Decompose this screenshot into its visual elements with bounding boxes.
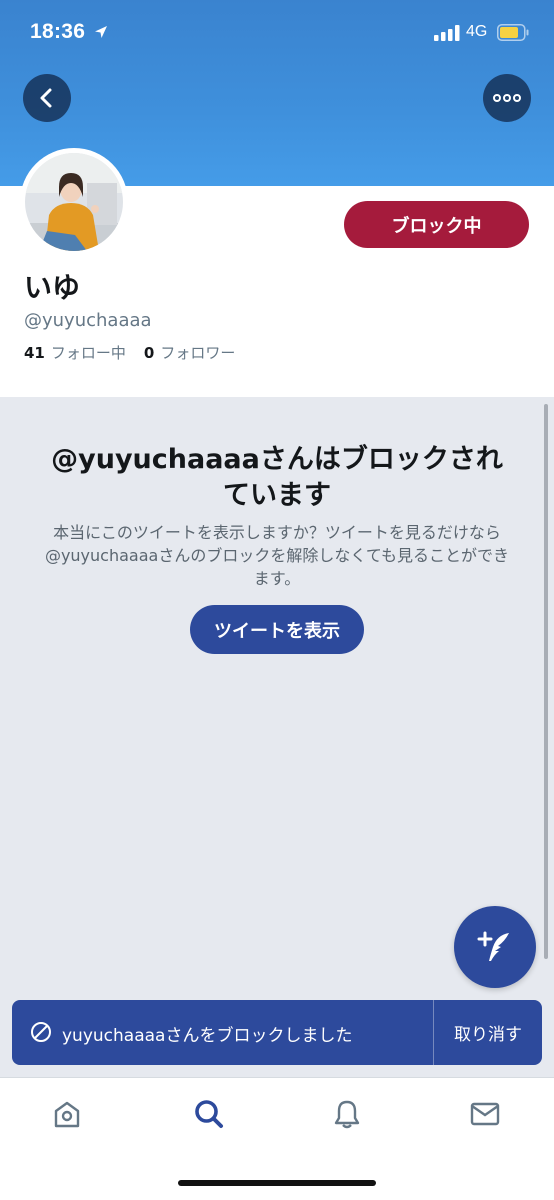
user-handle: @yuyuchaaaa bbox=[24, 310, 152, 331]
home-icon bbox=[54, 1101, 80, 1128]
toast-message: yuyuchaaaaさんをブロックしました bbox=[62, 1026, 353, 1046]
toast-notification: yuyuchaaaaさんをブロックしました 取り消す bbox=[12, 1000, 542, 1065]
tab-home[interactable] bbox=[47, 1094, 87, 1134]
more-options-button[interactable] bbox=[483, 74, 531, 122]
scrollbar[interactable] bbox=[544, 404, 548, 959]
status-time: 18:36 bbox=[30, 20, 86, 43]
followers-count: 0 bbox=[143, 344, 155, 362]
show-tweets-button[interactable]: ツイートを表示 bbox=[190, 605, 364, 654]
signal-icon bbox=[434, 25, 460, 41]
tab-messages[interactable] bbox=[465, 1094, 505, 1134]
tab-search[interactable] bbox=[189, 1094, 229, 1134]
following-count: 41 bbox=[24, 344, 45, 362]
followers-label: フォロワー bbox=[160, 344, 236, 362]
battery-icon bbox=[497, 24, 529, 41]
following-label: フォロー中 bbox=[50, 344, 126, 362]
avatar-image bbox=[25, 153, 123, 251]
display-name: いゆ bbox=[24, 271, 81, 304]
network-type: 4G bbox=[466, 23, 488, 40]
compose-tweet-button[interactable] bbox=[454, 906, 536, 988]
followers-stat[interactable]: 0 フォロワー bbox=[144, 342, 235, 363]
bell-icon bbox=[334, 1100, 360, 1129]
location-arrow-icon bbox=[95, 26, 107, 38]
mail-icon bbox=[470, 1102, 500, 1126]
back-button[interactable] bbox=[23, 74, 71, 122]
undo-button[interactable]: 取り消す bbox=[434, 1000, 542, 1065]
home-indicator bbox=[178, 1180, 376, 1186]
tab-notifications[interactable] bbox=[327, 1094, 367, 1134]
blocking-button[interactable]: ブロック中 bbox=[344, 201, 529, 248]
following-stat[interactable]: 41 フォロー中 bbox=[24, 342, 126, 363]
ellipsis-icon bbox=[493, 94, 521, 102]
blocked-title: @yuyuchaaaaさんはブロックされています bbox=[51, 444, 503, 511]
search-icon bbox=[195, 1100, 223, 1128]
chevron-left-icon bbox=[40, 88, 52, 108]
blocked-description: 本当にこのツイートを表示しますか？ツイートを見るだけなら@yuyuchaaaaさ… bbox=[44, 523, 510, 588]
avatar[interactable] bbox=[20, 148, 128, 256]
compose-feather-icon bbox=[477, 931, 509, 961]
block-icon bbox=[31, 1022, 51, 1042]
follow-stats: 41 フォロー中 0 フォロワー bbox=[24, 342, 235, 363]
